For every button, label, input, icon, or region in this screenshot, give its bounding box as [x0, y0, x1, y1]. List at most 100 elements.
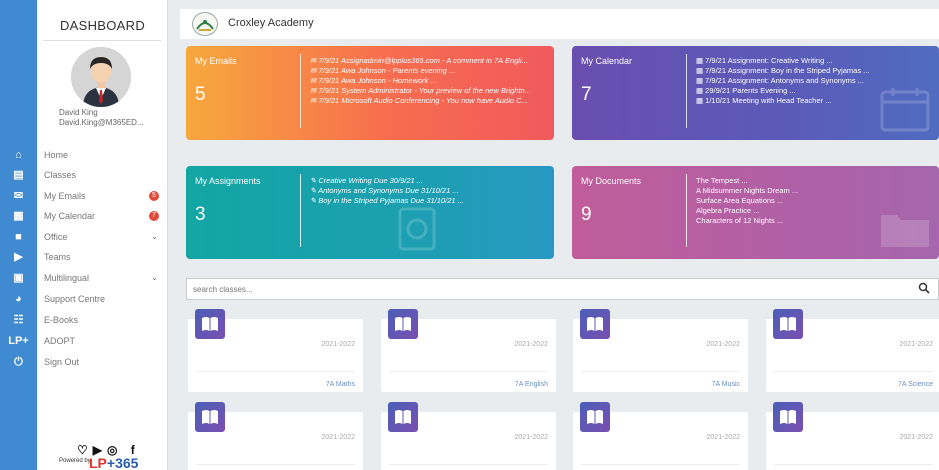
class-name[interactable]: 7A English [515, 381, 548, 388]
sidebar-item-sign-out[interactable]: Sign Out [44, 353, 162, 371]
divider [389, 371, 548, 372]
ebooks-icon[interactable]: ☷ [0, 311, 37, 329]
calendar-tile[interactable]: My Calendar 7 ▦ 7/9/21 Assignment: Creat… [572, 46, 939, 140]
list-item[interactable]: ✉ 7/9/21 System Administrator - Your pre… [310, 86, 546, 96]
sidebar-item-label: Home [44, 150, 69, 160]
class-name[interactable]: 7A Maths [326, 381, 355, 388]
user-email: David.King@M365ED... [59, 118, 144, 127]
book-icon [388, 402, 418, 432]
class-name[interactable]: 7A Music [712, 381, 740, 388]
class-year: 2021-2022 [706, 341, 740, 348]
search-icon[interactable] [918, 282, 930, 294]
list-item[interactable]: ✎ Antonyms and Synonyms Due 31/10/21 ... [310, 186, 546, 196]
assignments-tile[interactable]: My Assignments 3 ✎ Creative Writing Due … [186, 166, 554, 259]
powered-by-label: Powered by [59, 458, 91, 464]
sidebar-item-teams[interactable]: Teams [44, 248, 162, 266]
tile-title: My Assignments [195, 176, 261, 186]
support-icon[interactable]: ◕ [0, 290, 37, 308]
sidebar-item-classes[interactable]: Classes [44, 166, 162, 184]
book-icon [195, 402, 225, 432]
sidebar-item-home[interactable]: Home [44, 146, 162, 164]
class-card[interactable]: 2021-20227B Science [766, 402, 939, 470]
avatar[interactable] [71, 47, 131, 107]
documents-tile[interactable]: My Documents 9 The Tempest ... A Midsumme… [572, 166, 939, 259]
class-year: 2021-2022 [321, 341, 355, 348]
class-card[interactable]: 2021-2022 7A English [381, 309, 556, 392]
classes-icon[interactable]: ▤ [0, 166, 37, 184]
search-bar [186, 278, 939, 300]
sidebar-item-my-calendar[interactable]: My Calendar 7 [44, 207, 162, 225]
divider [581, 464, 740, 465]
list-item[interactable]: ✉ 7/9/21 Awa Johnson - Homework ... [310, 76, 546, 86]
divider [686, 174, 687, 247]
sidebar-item-support-centre[interactable]: Support Centre [44, 290, 162, 308]
lp365-logo: LP+365 [89, 455, 139, 470]
tile-title: My Documents [581, 176, 642, 186]
divider [196, 464, 355, 465]
email-icon[interactable]: ✉ [0, 187, 37, 205]
class-card[interactable]: 2021-20227B Maths [188, 402, 363, 470]
book-icon [773, 309, 803, 339]
class-year: 2021-2022 [899, 341, 933, 348]
school-name: Croxley Academy [228, 17, 314, 29]
calendar-icon[interactable]: ▦ [0, 207, 37, 225]
divider [300, 174, 301, 247]
sidebar-item-label: My Emails [44, 191, 86, 201]
sidebar-item-label: ADOPT [44, 336, 76, 346]
lp-logo-icon[interactable]: LP+ [0, 332, 37, 350]
sidebar-item-my-emails[interactable]: My Emails 5 [44, 187, 162, 205]
search-input[interactable] [187, 279, 907, 299]
list-item[interactable]: ✉ 7/9/21 Awa Johnson - Parents evening .… [310, 66, 546, 76]
sidebar-item-label: Teams [44, 252, 71, 262]
chevron-down-icon[interactable]: ⌄ [151, 269, 158, 287]
class-card[interactable]: 2021-2022 7A Science [766, 309, 939, 392]
class-card[interactable]: 2021-20227B Music [573, 402, 748, 470]
office-icon[interactable]: ■ [0, 228, 37, 246]
sidebar-item-label: E-Books [44, 315, 79, 325]
folder-icon [881, 215, 929, 247]
top-header: Croxley Academy [180, 9, 939, 39]
list-item[interactable]: ✉ 7/9/21 Microsoft Audio Conferencing - … [310, 96, 546, 106]
dashboard-title: DASHBOARD [59, 18, 146, 33]
list-item[interactable]: ▦ 7/9/21 Assignment: Boy in the Striped … [696, 66, 931, 76]
divider [686, 54, 687, 128]
sidebar-item-label: Classes [44, 170, 77, 180]
chevron-down-icon[interactable]: ⌄ [151, 228, 158, 246]
emails-tile[interactable]: My Emails 5 ✉ 7/9/21 Assignadmin@lpplus3… [186, 46, 554, 140]
book-icon [580, 309, 610, 339]
sidebar-item-e-books[interactable]: E-Books [44, 311, 162, 329]
sidebar-item-adopt[interactable]: ADOPT [44, 332, 162, 350]
sidebar-item-label: Multilingual [44, 273, 90, 283]
sidebar-item-label: Sign Out [44, 357, 80, 367]
list-item[interactable]: ▦ 7/9/21 Assignment: Creative Writing ..… [696, 56, 931, 66]
list-item[interactable]: A Midsummer Nights Dream ... [696, 186, 931, 196]
list-item[interactable]: ▦ 7/9/21 Assignment: Antonyms and Synony… [696, 76, 931, 86]
class-card[interactable]: 2021-20227B English [381, 402, 556, 470]
user-name: David King [59, 108, 98, 117]
book-icon [388, 309, 418, 339]
sidebar-item-label: Support Centre [44, 294, 106, 304]
count-badge: 7 [149, 211, 159, 221]
tile-count: 5 [195, 84, 206, 105]
list-item[interactable]: The Tempest ... [696, 176, 931, 186]
class-year: 2021-2022 [899, 434, 933, 441]
tile-count: 9 [581, 204, 592, 225]
divider [43, 40, 161, 41]
class-card[interactable]: 2021-2022 7A Maths [188, 309, 363, 392]
sidebar-item-label: My Calendar [44, 211, 96, 221]
list-item[interactable]: ✉ 7/9/21 Assignadmin@lpplus365.com - A c… [310, 56, 546, 66]
class-year: 2021-2022 [514, 434, 548, 441]
divider [581, 371, 740, 372]
sidebar-item-multilingual[interactable]: Multilingual ⌄ [44, 269, 162, 287]
power-icon[interactable]: ⏻ [0, 353, 37, 371]
list-item[interactable]: ✎ Creative Writing Due 30/9/21 ... [310, 176, 546, 186]
book-icon [580, 402, 610, 432]
school-logo-icon [192, 12, 218, 36]
class-card[interactable]: 2021-2022 7A Music [573, 309, 748, 392]
class-name[interactable]: 7A Science [898, 381, 933, 388]
tile-title: My Calendar [581, 56, 633, 66]
teams-icon[interactable]: ▶ [0, 248, 37, 266]
home-icon[interactable]: ⌂ [0, 146, 37, 164]
sidebar-item-office[interactable]: Office ⌄ [44, 228, 162, 246]
multilingual-icon[interactable]: ▣ [0, 269, 37, 287]
